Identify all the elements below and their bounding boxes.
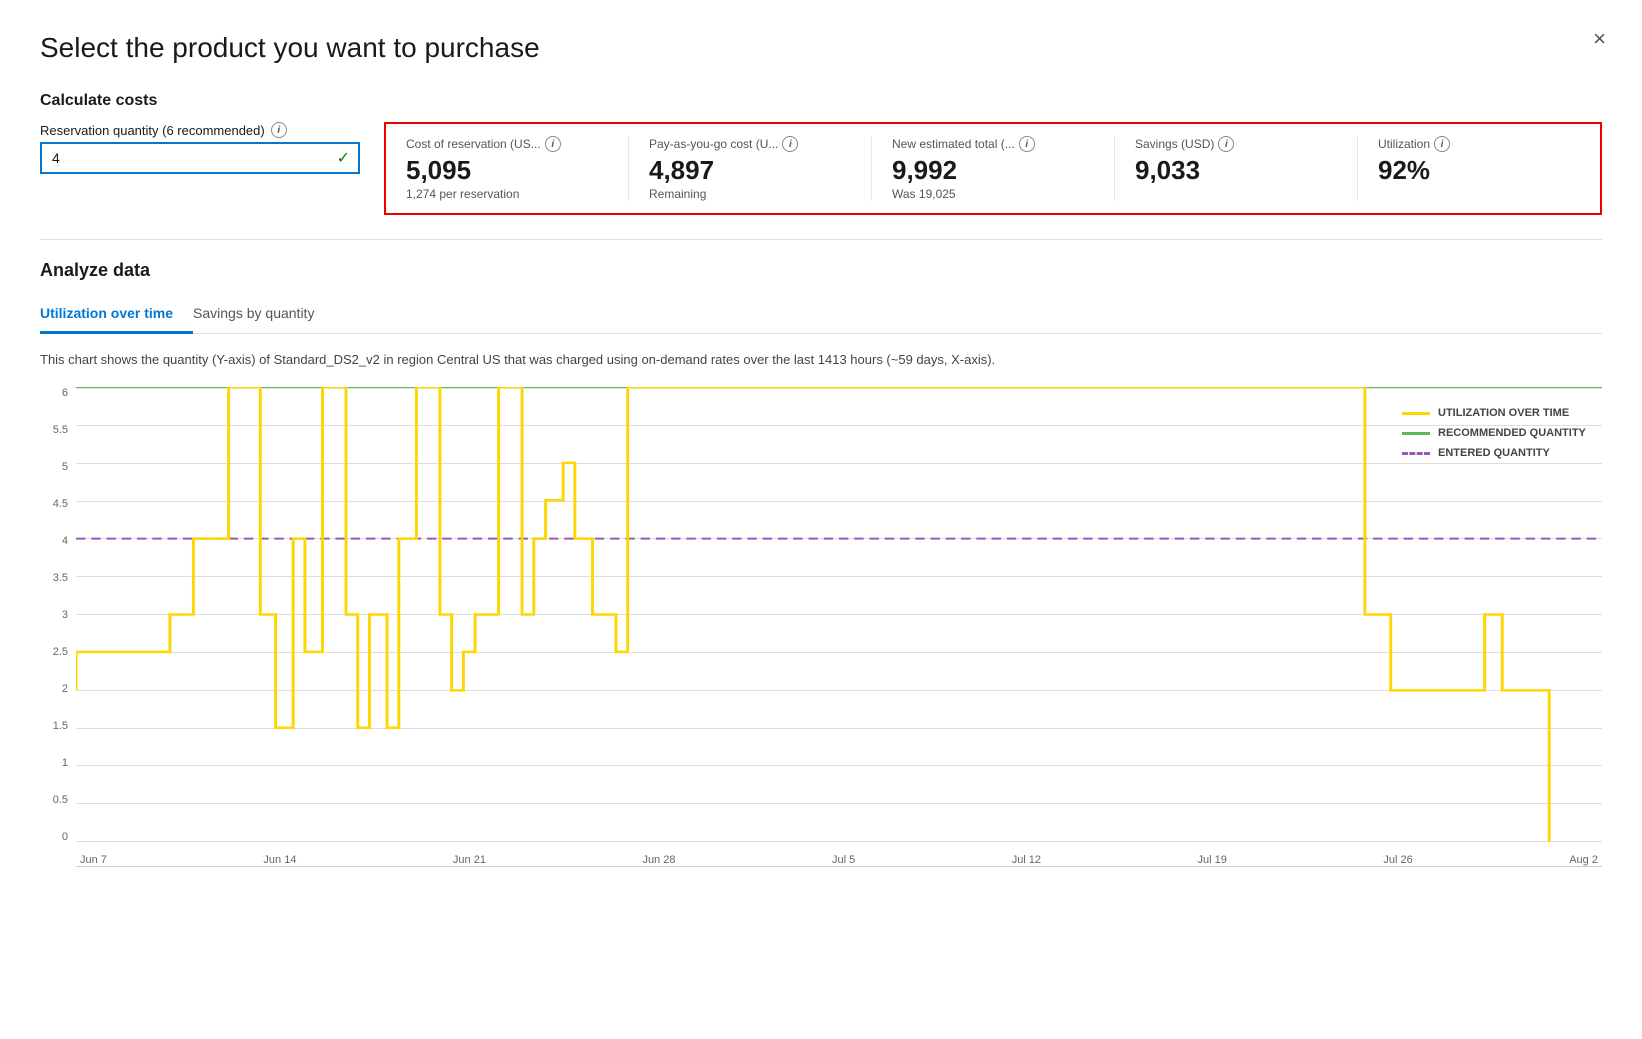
metric-value-0: 5,095 xyxy=(406,156,608,185)
x-label: Jul 5 xyxy=(832,854,855,866)
metric-label: Cost of reservation (US... i xyxy=(406,136,608,152)
metric-label: Pay-as-you-go cost (U... i xyxy=(649,136,851,152)
metric-value-1: 4,897 xyxy=(649,156,851,185)
chart-container: 6 5.5 5 4.5 4 3.5 3 2.5 2 1.5 1 0.5 0 xyxy=(40,387,1602,867)
x-label: Jul 19 xyxy=(1198,854,1227,866)
tabs: Utilization over time Savings by quantit… xyxy=(40,297,1602,334)
legend-item-utilization: UTILIZATION OVER TIME xyxy=(1402,407,1602,419)
x-label: Jun 7 xyxy=(80,854,107,866)
divider xyxy=(40,239,1602,240)
legend-line-recommended xyxy=(1402,432,1430,435)
y-label: 0 xyxy=(62,831,68,843)
metric-info-icon-2[interactable]: i xyxy=(1019,136,1035,152)
x-label: Jun 21 xyxy=(453,854,486,866)
calculate-section: Calculate costs Reservation quantity (6 … xyxy=(40,92,1602,215)
input-wrapper: ✓ xyxy=(40,142,360,174)
y-label: 3.5 xyxy=(53,572,68,584)
metric-item-3: Savings (USD) i 9,033 xyxy=(1115,136,1358,201)
chart-svg xyxy=(76,387,1602,842)
tab-utilization[interactable]: Utilization over time xyxy=(40,297,193,334)
close-button[interactable]: × xyxy=(1593,28,1606,50)
y-label: 3 xyxy=(62,609,68,621)
input-label: Reservation quantity (6 recommended) i xyxy=(40,122,360,138)
legend-label-entered: ENTERED QUANTITY xyxy=(1438,447,1550,459)
metric-sub-1: Remaining xyxy=(649,187,851,201)
metric-item-1: Pay-as-you-go cost (U... i 4,897 Remaini… xyxy=(629,136,872,201)
legend-item-recommended: RECOMMENDED QUANTITY xyxy=(1402,427,1602,439)
metric-info-icon-1[interactable]: i xyxy=(782,136,798,152)
y-label: 2 xyxy=(62,683,68,695)
x-label: Jul 12 xyxy=(1012,854,1041,866)
legend-line-utilization xyxy=(1402,412,1430,415)
metric-item-2: New estimated total (... i 9,992 Was 19,… xyxy=(872,136,1115,201)
x-axis: Jun 7 Jun 14 Jun 21 Jun 28 Jul 5 Jul 12 … xyxy=(76,842,1602,866)
legend-line-entered xyxy=(1402,452,1430,455)
metric-label: Utilization i xyxy=(1378,136,1580,152)
y-label: 2.5 xyxy=(53,646,68,658)
metric-item-0: Cost of reservation (US... i 5,095 1,274… xyxy=(386,136,629,201)
chart-area: Jun 7 Jun 14 Jun 21 Jun 28 Jul 5 Jul 12 … xyxy=(76,387,1602,867)
page-title: Select the product you want to purchase xyxy=(40,32,1602,64)
metric-item-4: Utilization i 92% xyxy=(1358,136,1600,201)
metric-sub-2: Was 19,025 xyxy=(892,187,1094,201)
x-label: Jun 28 xyxy=(642,854,675,866)
reservation-row: Reservation quantity (6 recommended) i ✓… xyxy=(40,122,1602,215)
y-label: 1 xyxy=(62,757,68,769)
y-label: 4.5 xyxy=(53,498,68,510)
chart-description: This chart shows the quantity (Y-axis) o… xyxy=(40,350,1602,370)
y-label: 1.5 xyxy=(53,720,68,732)
y-label: 5 xyxy=(62,461,68,473)
legend-label-utilization: UTILIZATION OVER TIME xyxy=(1438,407,1569,419)
metric-info-icon-4[interactable]: i xyxy=(1434,136,1450,152)
x-label: Jun 14 xyxy=(263,854,296,866)
y-axis: 6 5.5 5 4.5 4 3.5 3 2.5 2 1.5 1 0.5 0 xyxy=(40,387,76,867)
tab-savings[interactable]: Savings by quantity xyxy=(193,297,334,334)
input-info-icon[interactable]: i xyxy=(271,122,287,138)
check-icon: ✓ xyxy=(337,148,350,168)
legend: UTILIZATION OVER TIME RECOMMENDED QUANTI… xyxy=(1402,407,1602,459)
legend-label-recommended: RECOMMENDED QUANTITY xyxy=(1438,427,1586,439)
y-label: 0.5 xyxy=(53,794,68,806)
x-label: Jul 26 xyxy=(1383,854,1412,866)
metric-value-4: 92% xyxy=(1378,156,1580,185)
analyze-section: Analyze data Utilization over time Savin… xyxy=(40,260,1602,868)
y-label: 4 xyxy=(62,535,68,547)
metrics-box: Cost of reservation (US... i 5,095 1,274… xyxy=(384,122,1602,215)
quantity-input[interactable] xyxy=(40,142,360,174)
metric-sub-0: 1,274 per reservation xyxy=(406,187,608,201)
metric-label: New estimated total (... i xyxy=(892,136,1094,152)
legend-item-entered: ENTERED QUANTITY xyxy=(1402,447,1602,459)
analyze-title: Analyze data xyxy=(40,260,1602,281)
metric-label: Savings (USD) i xyxy=(1135,136,1337,152)
calculate-title: Calculate costs xyxy=(40,92,1602,110)
y-label: 5.5 xyxy=(53,424,68,436)
metric-info-icon-3[interactable]: i xyxy=(1218,136,1234,152)
metric-info-icon-0[interactable]: i xyxy=(545,136,561,152)
x-label: Aug 2 xyxy=(1569,854,1598,866)
metric-value-3: 9,033 xyxy=(1135,156,1337,185)
input-group: Reservation quantity (6 recommended) i ✓ xyxy=(40,122,360,174)
metric-value-2: 9,992 xyxy=(892,156,1094,185)
y-label: 6 xyxy=(62,387,68,399)
